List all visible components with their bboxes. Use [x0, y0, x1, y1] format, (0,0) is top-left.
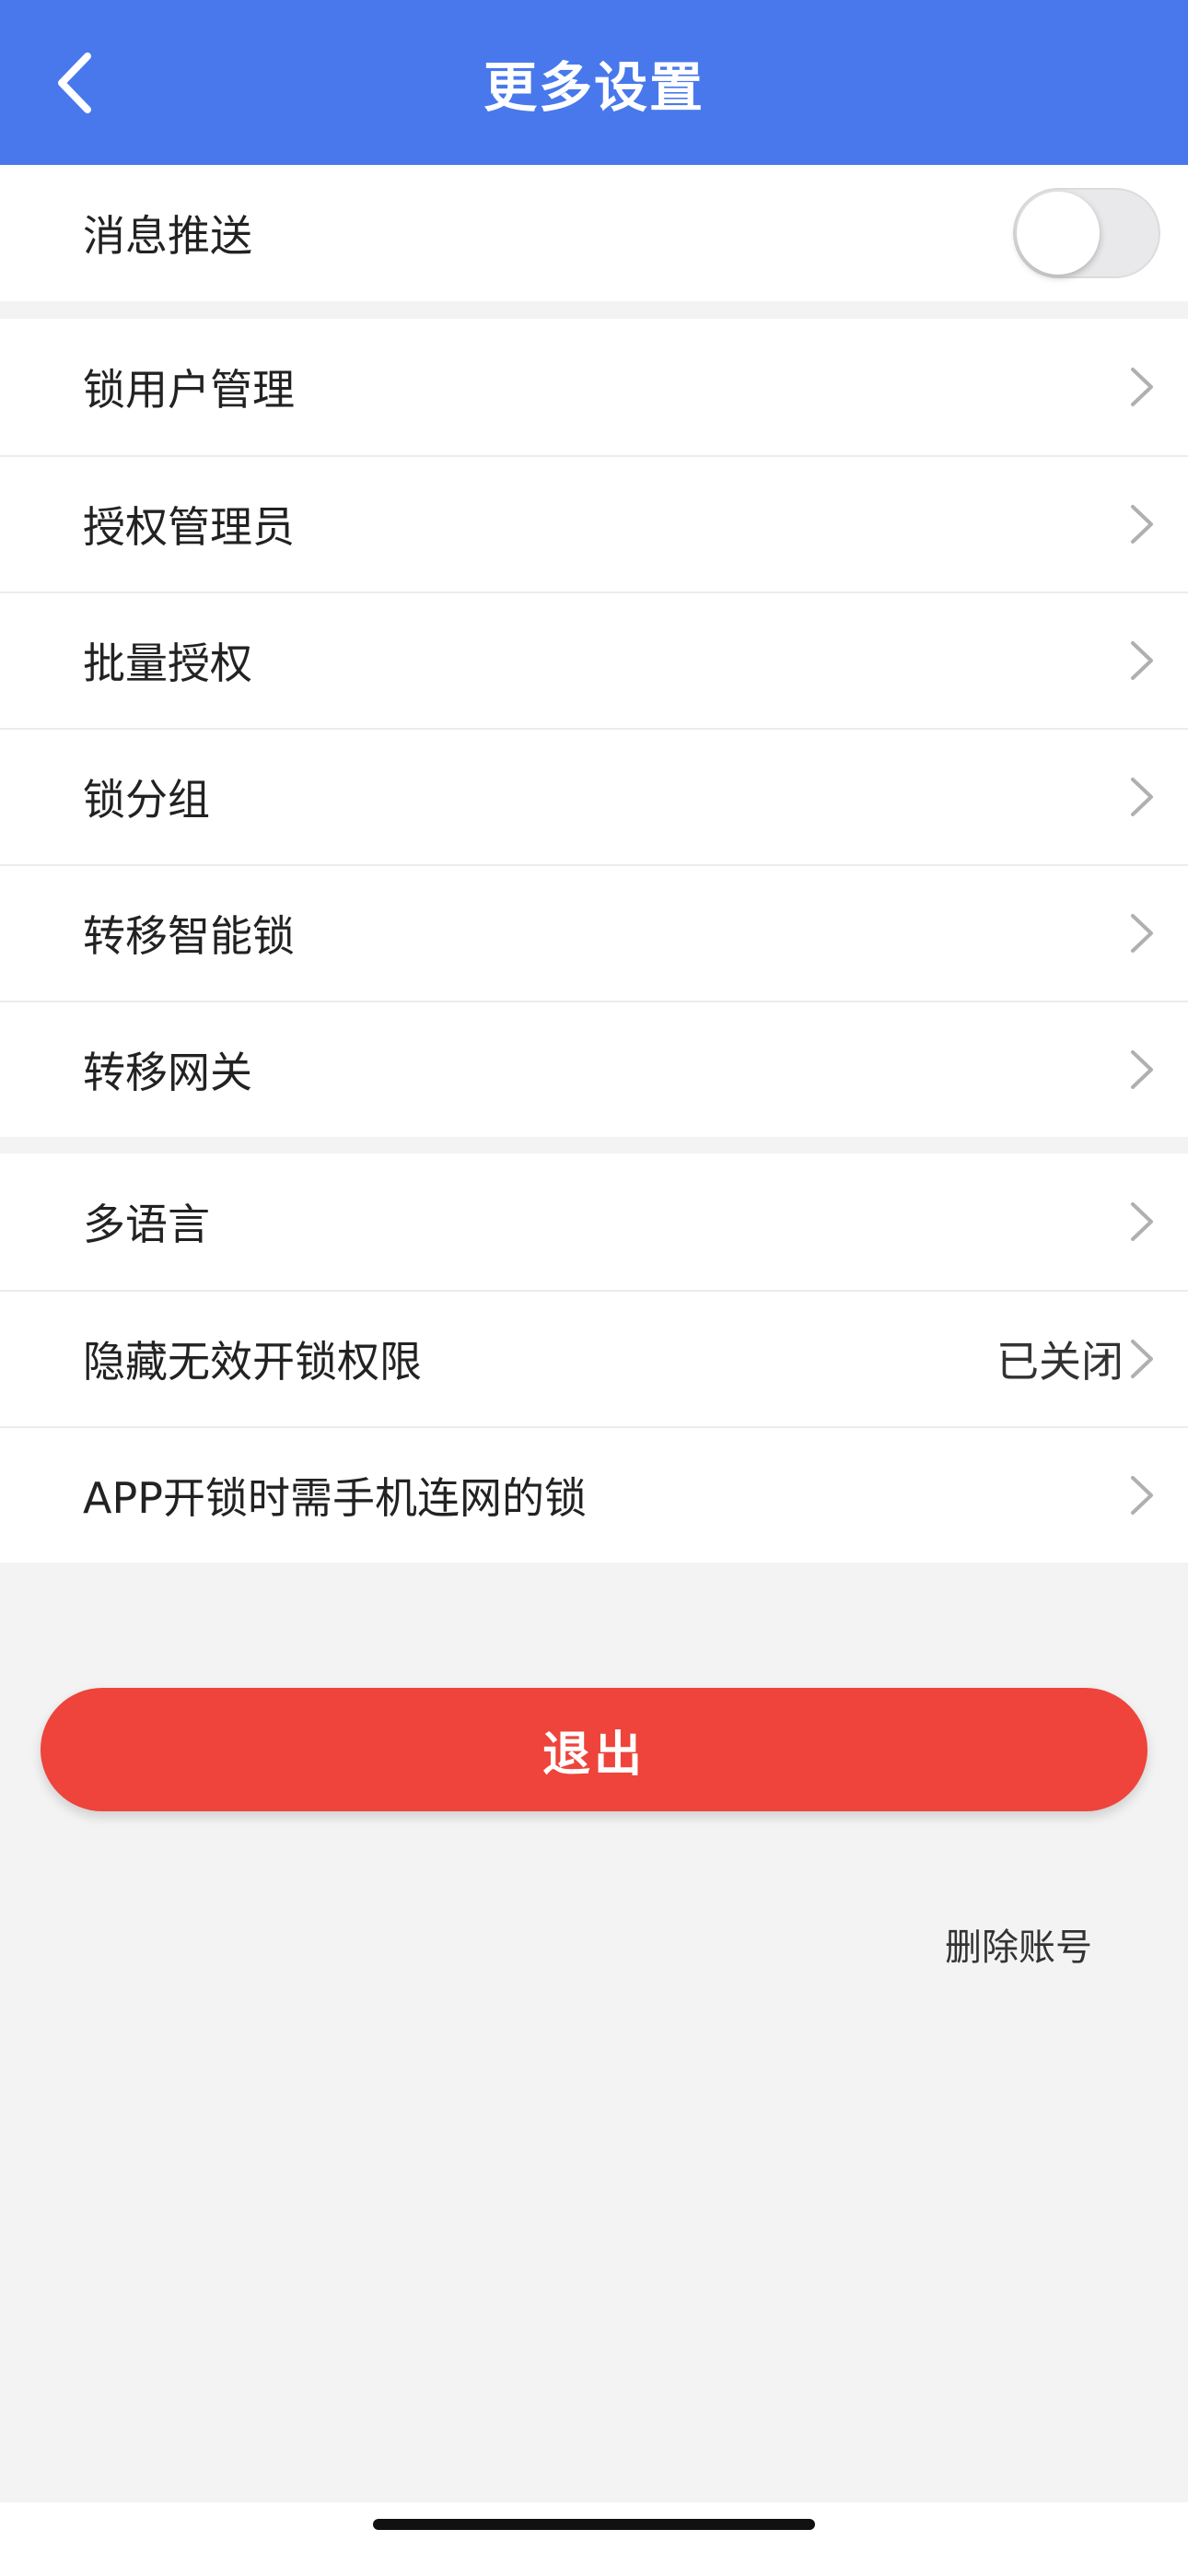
status-value: 已关闭 [996, 1337, 1124, 1387]
chevron-right-icon [1124, 501, 1160, 547]
menu-item-label: 锁分组 [83, 775, 210, 825]
menu-item-label: APP开锁时需手机连网的锁 [83, 1473, 587, 1523]
lock-management-group: 锁用户管理 授权管理员 批量授权 锁分组 转移智能锁 转移网关 [0, 319, 1188, 1137]
menu-item-language[interactable]: 多语言 [0, 1153, 1188, 1290]
nav-bar: 更多设置 [0, 0, 1188, 165]
menu-item-label: 授权管理员 [83, 502, 295, 552]
chevron-right-icon [1124, 1047, 1160, 1093]
menu-item-label: 转移智能锁 [83, 911, 295, 961]
menu-item-transfer-lock[interactable]: 转移智能锁 [0, 864, 1188, 1001]
menu-item-lock-users[interactable]: 锁用户管理 [0, 319, 1188, 455]
push-group: 消息推送 [0, 165, 1188, 301]
chevron-right-icon [1124, 1199, 1160, 1245]
menu-item-transfer-gateway[interactable]: 转移网关 [0, 1001, 1188, 1137]
menu-item-lock-groups[interactable]: 锁分组 [0, 728, 1188, 864]
menu-item-label: 锁用户管理 [83, 365, 295, 415]
chevron-right-icon [1124, 1472, 1160, 1518]
chevron-right-icon [1124, 1336, 1160, 1382]
chevron-right-icon [1124, 638, 1160, 684]
bottom-safe-area [0, 2502, 1188, 2576]
toggle-knob [1017, 192, 1100, 275]
chevron-right-icon [1124, 364, 1160, 410]
menu-item-app-unlock-network[interactable]: APP开锁时需手机连网的锁 [0, 1426, 1188, 1563]
menu-item-hide-invalid-permissions[interactable]: 隐藏无效开锁权限 已关闭 [0, 1290, 1188, 1426]
chevron-right-icon [1124, 774, 1160, 820]
menu-item-label: 批量授权 [83, 638, 252, 688]
menu-item-label: 多语言 [83, 1200, 210, 1249]
home-indicator[interactable] [373, 2519, 815, 2530]
logout-button[interactable]: 退出 [41, 1688, 1147, 1811]
push-notification-toggle[interactable] [1013, 188, 1160, 278]
menu-item-label: 隐藏无效开锁权限 [83, 1337, 422, 1387]
delete-account-link[interactable]: 删除账号 [945, 1916, 1092, 1972]
push-notification-label: 消息推送 [83, 211, 252, 261]
chevron-right-icon [1124, 910, 1160, 956]
menu-item-batch-authorize[interactable]: 批量授权 [0, 591, 1188, 728]
logout-label: 退出 [542, 1727, 646, 1783]
misc-settings-group: 多语言 隐藏无效开锁权限 已关闭 APP开锁时需手机连网的锁 [0, 1153, 1188, 1563]
settings-screen: 更多设置 消息推送 锁用户管理 授权管理员 批量授权 锁分组 转移智能锁 转移网… [0, 0, 1188, 2576]
page-title: 更多设置 [483, 55, 705, 119]
menu-item-label: 转移网关 [83, 1048, 252, 1097]
menu-item-authorize-admin[interactable]: 授权管理员 [0, 455, 1188, 591]
push-notification-row: 消息推送 [0, 165, 1188, 301]
